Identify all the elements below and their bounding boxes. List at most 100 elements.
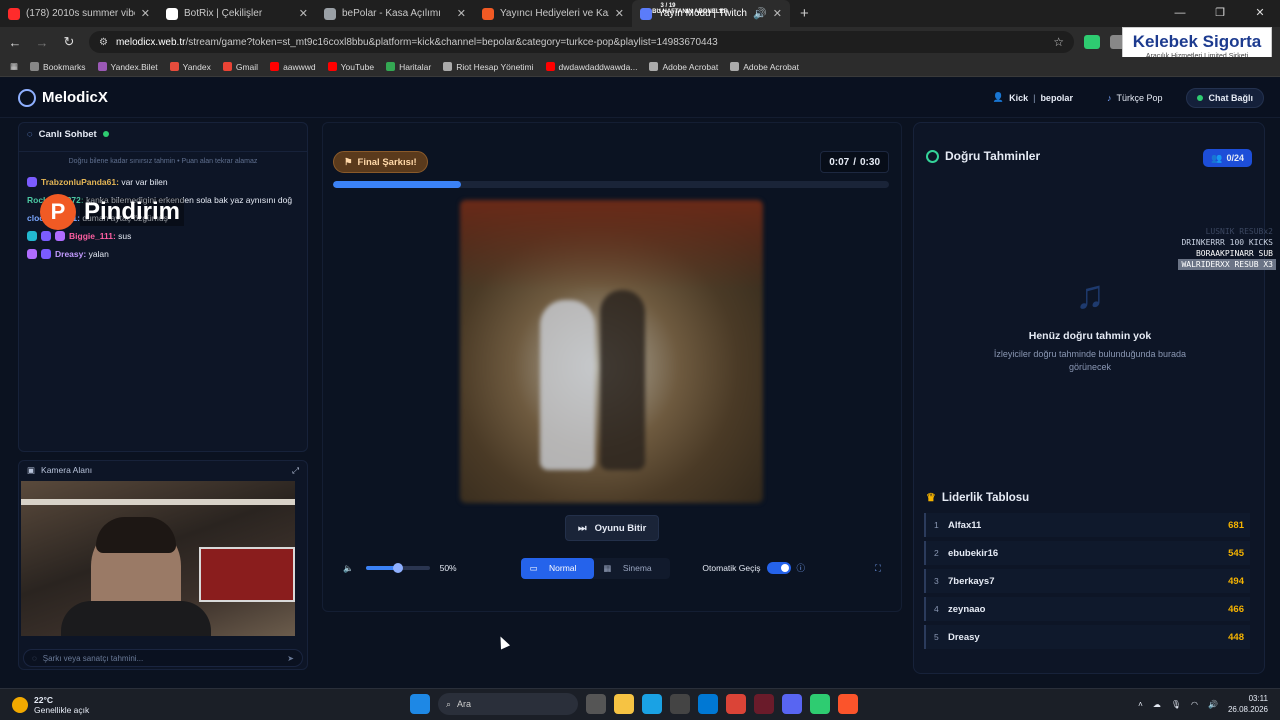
taskbar-apps: ⌕ Ara: [410, 693, 858, 715]
mode-normal-button[interactable]: ▭ Normal: [520, 557, 595, 579]
taskbar-search[interactable]: ⌕ Ara: [438, 693, 578, 715]
globe-icon: [730, 62, 740, 71]
header-status: 👤 Kick | bepolar ♪ Türkçe Pop Chat Bağlı: [983, 87, 1264, 108]
tab-youtube[interactable]: (178) 2010s summer vibes mix ✕: [0, 0, 158, 27]
chat-title: Canlı Sohbet: [38, 128, 97, 140]
app-logo[interactable]: MelodicX: [18, 88, 108, 107]
p-logo-icon: [482, 7, 494, 20]
file-explorer-icon[interactable]: [614, 694, 634, 714]
bookmark-item[interactable]: YouTube: [327, 62, 374, 72]
window-controls: — ❐ ✕: [1160, 0, 1280, 27]
chat-hint: Doğru bilene kadar sınırsız tahmin • Pua…: [19, 151, 307, 165]
tab-bepolar[interactable]: bePolar - Kasa Açılımı ✕: [316, 0, 474, 27]
edge-icon[interactable]: [642, 694, 662, 714]
guesses-count: 0/24: [1226, 153, 1244, 163]
site-info-icon[interactable]: ⚙: [99, 37, 108, 48]
bookmark-item[interactable]: dwdawdaddwawda...: [545, 62, 637, 72]
new-tab-button[interactable]: +: [790, 5, 819, 22]
shield-badge-icon: [27, 231, 37, 241]
final-song-label: Final Şarkısı!: [357, 156, 417, 168]
leaderboard-title: Liderlik Tablosu: [941, 491, 1030, 504]
apps-icon[interactable]: ▦: [10, 61, 18, 72]
info-icon[interactable]: ⓘ: [797, 562, 806, 574]
youtube-icon: [327, 62, 337, 71]
heart-badge-icon: [27, 177, 37, 187]
app-name: MelodicX: [42, 89, 108, 106]
chrome-icon[interactable]: [726, 694, 746, 714]
maximize-button[interactable]: ❐: [1200, 0, 1240, 27]
auto-advance-toggle[interactable]: [766, 562, 791, 574]
channel-info: 👤 Kick | bepolar: [992, 92, 1073, 103]
leaderboard-header: ♛ Liderlik Tablosu: [926, 491, 1030, 505]
bookmark-item[interactable]: Gmail: [222, 62, 258, 72]
shield-extension-icon[interactable]: [1084, 35, 1100, 49]
bookmark-item[interactable]: Yandex.Bilet: [97, 62, 158, 72]
expand-icon[interactable]: ⤢: [292, 465, 299, 476]
status-dot-icon: [1197, 94, 1204, 101]
app-icon[interactable]: [754, 694, 774, 714]
bookmark-item[interactable]: Adobe Acrobat: [730, 62, 799, 72]
store-icon[interactable]: [670, 694, 690, 714]
close-icon[interactable]: ✕: [299, 7, 308, 20]
reload-icon[interactable]: ↻: [57, 34, 81, 50]
sub-badge-icon: [55, 231, 65, 241]
bookmark-item[interactable]: Haritalar: [386, 62, 431, 72]
bookmark-item[interactable]: Bookmarks: [30, 62, 86, 72]
end-game-button[interactable]: ⏭ Oyunu Bitir: [565, 515, 660, 541]
volume-icon[interactable]: 🔊: [1208, 700, 1218, 709]
weather-widget[interactable]: 22°C Genellikle açık: [12, 695, 89, 715]
back-icon[interactable]: ←: [3, 35, 27, 50]
task-view-icon[interactable]: [586, 694, 606, 714]
forward-icon[interactable]: →: [30, 35, 54, 50]
chat-status-badge: Chat Bağlı: [1186, 87, 1264, 108]
camera-icon: ▣: [27, 464, 36, 475]
mode-cinema-button[interactable]: ▦ Sinema: [594, 558, 669, 579]
volume-icon[interactable]: 🔈: [343, 563, 354, 574]
tab-botrix[interactable]: BotRix | Çekilişler ✕: [158, 0, 316, 27]
time-current: 0:07: [829, 156, 850, 168]
chat-status-label: Chat Bağlı: [1208, 92, 1253, 103]
bookmark-item[interactable]: Riot Hesap Yönetimi: [443, 62, 534, 72]
guesses-header: Doğru Tahminler: [926, 149, 1040, 163]
tab-title: BotRix | Çekilişler: [184, 8, 263, 19]
windows-start-icon[interactable]: [410, 694, 430, 714]
url-field[interactable]: ⚙ melodicx.web.tr/stream/game?token=st_m…: [89, 31, 1074, 53]
clock[interactable]: 03:11 26.08.2026: [1228, 693, 1268, 715]
tab-title: Yayıncı Hediyeleri ve Kazananlar: [500, 8, 609, 19]
chevron-up-icon[interactable]: ˄: [1138, 700, 1143, 709]
brave-icon[interactable]: [838, 694, 858, 714]
guess-input[interactable]: ◌ Şarkı veya sanatçı tahmini... ➤: [23, 649, 303, 667]
volume-knob[interactable]: [392, 563, 403, 573]
leaderboard-list: 1 Alfax11 681 2 ebubekir16 545 3 7berkay…: [924, 513, 1250, 653]
clock-time: 03:11: [1248, 694, 1268, 703]
minimize-button[interactable]: —: [1160, 0, 1200, 27]
url-path: /stream/game?token=st_mt9c16coxl8bbu&pla…: [185, 36, 718, 48]
bookmark-item[interactable]: aawwwd: [270, 62, 316, 72]
yandex-icon: [169, 62, 179, 71]
crown-badge-icon: [27, 249, 37, 259]
bookmark-item[interactable]: Adobe Acrobat: [649, 62, 718, 72]
cloud-icon[interactable]: ☁: [1153, 700, 1161, 709]
heart-badge-icon: [41, 231, 51, 241]
volume-label: 50%: [439, 563, 457, 573]
bookmark-star-icon[interactable]: ☆: [1053, 35, 1064, 49]
close-window-button[interactable]: ✕: [1240, 0, 1280, 27]
close-icon[interactable]: ✕: [141, 7, 150, 20]
close-icon[interactable]: ✕: [773, 7, 782, 20]
kick-icon[interactable]: [810, 694, 830, 714]
category-label: Türkçe Pop: [1116, 92, 1163, 103]
discord-icon[interactable]: [782, 694, 802, 714]
send-icon[interactable]: ➤: [287, 654, 294, 663]
volume-slider[interactable]: [365, 563, 430, 573]
sub-alert: BORAAKPINARR SUB: [1195, 249, 1273, 258]
close-icon[interactable]: ✕: [457, 7, 466, 20]
fullscreen-icon[interactable]: ⛶: [875, 563, 881, 574]
bookmark-item[interactable]: Yandex: [169, 62, 211, 72]
mail-icon[interactable]: [698, 694, 718, 714]
wifi-icon[interactable]: ◠: [1191, 700, 1198, 709]
microphone-icon[interactable]: 🎙: [1171, 700, 1181, 709]
speaker-icon[interactable]: 🔊: [753, 7, 767, 20]
weather-desc: Genellikle açık: [34, 704, 90, 715]
guess-input-placeholder: Şarkı veya sanatçı tahmini...: [42, 653, 144, 663]
address-bar: ← → ↻ ⚙ melodicx.web.tr/stream/game?toke…: [0, 27, 1280, 57]
